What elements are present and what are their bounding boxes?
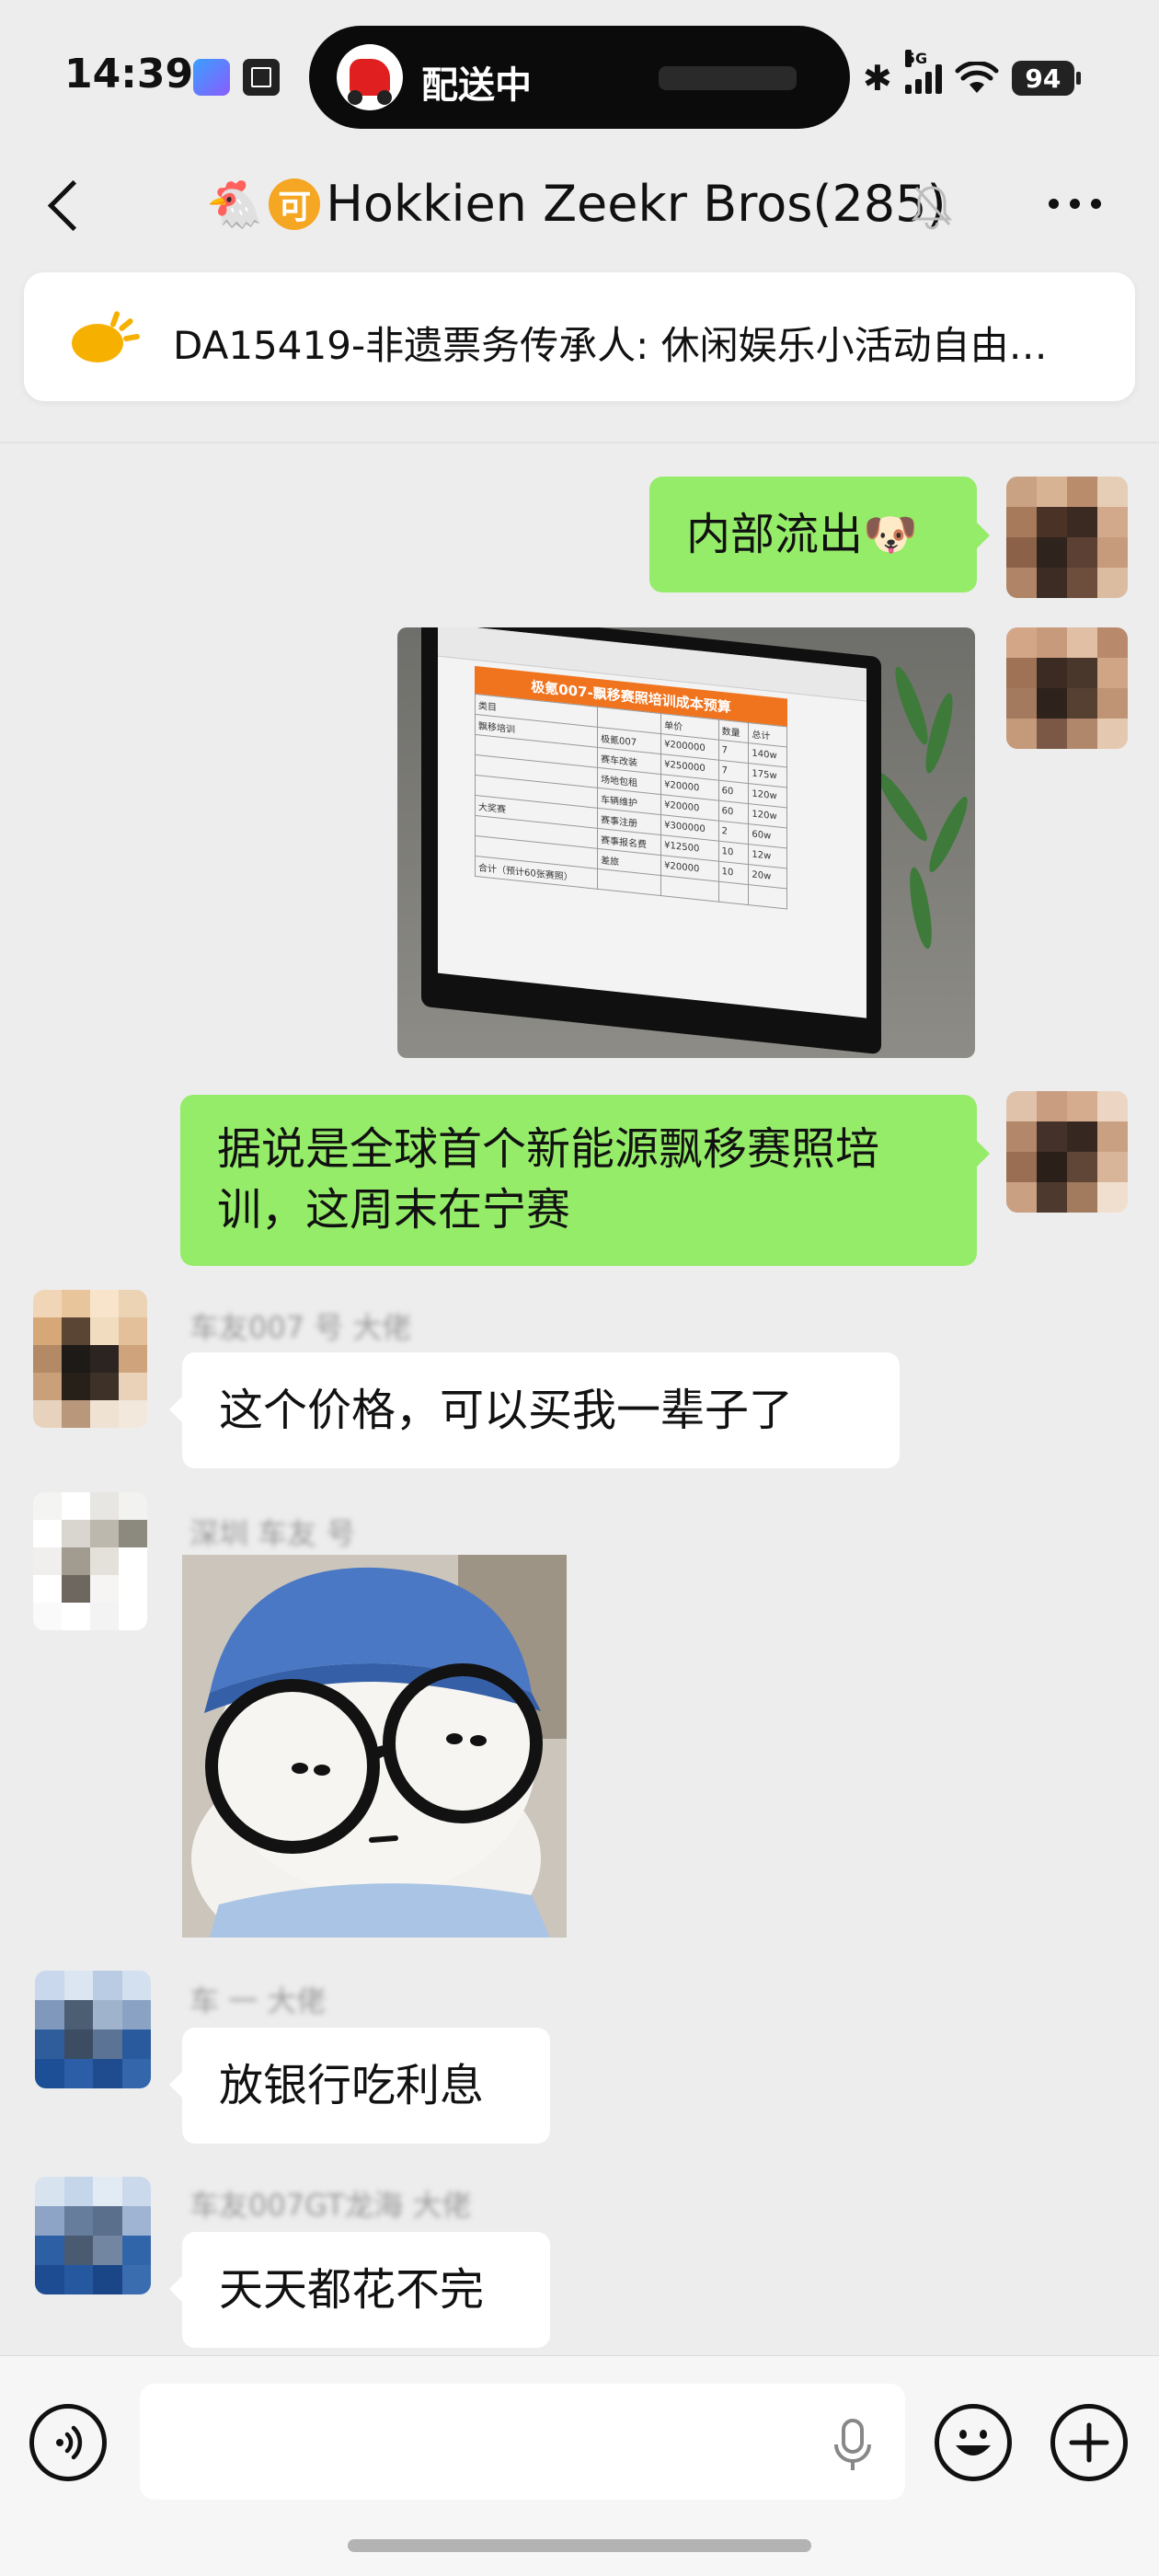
sender-name: 车 一 大佬 xyxy=(189,1984,327,2018)
message-text: 这个价格，可以买我一辈子了 xyxy=(219,1385,794,1436)
group-announcement-banner[interactable]: DA15419-非遗票务传承人: 休闲娱乐小活动自由… xyxy=(24,272,1135,401)
chat-header: 🐔 可 Hokkien Zeekr Bros(285) xyxy=(0,138,1159,271)
bluetooth-icon: ✱ xyxy=(863,58,892,98)
live-activity-text: 配送中 xyxy=(421,64,532,107)
status-time: 14:39 xyxy=(64,51,194,98)
message-bubble-out[interactable]: 据说是全球首个新能源飘移赛照培训，这周末在宁赛 xyxy=(180,1095,990,1266)
emoji-button[interactable] xyxy=(935,2404,1012,2481)
chat-title-group[interactable]: 🐔 可 Hokkien Zeekr Bros(285) xyxy=(206,175,947,234)
voice-input-button[interactable] xyxy=(29,2404,107,2481)
live-activity-pill[interactable]: 配送中 xyxy=(309,26,850,129)
live-activity-detail-blurred xyxy=(659,66,797,90)
dot-icon xyxy=(1049,198,1059,209)
chick-emoji-icon: 🐔 xyxy=(206,178,264,231)
plant-decoration xyxy=(871,655,975,986)
announcement-bubble-icon xyxy=(68,310,141,362)
microphone-icon[interactable] xyxy=(832,2417,874,2474)
member-avatar[interactable] xyxy=(33,1290,147,1428)
shared-image-spreadsheet[interactable]: 极氪007-飘移赛照培训成本预算 类目 单价 数量 总计 飘移培训 极氪007 ¥20000… xyxy=(397,627,975,1058)
app-notification-icon xyxy=(193,59,230,96)
table-cell xyxy=(748,884,787,910)
message-text: 天天都花不完 xyxy=(219,2264,485,2316)
message-text: 放银行吃利息 xyxy=(219,2060,485,2111)
more-actions-button[interactable] xyxy=(1050,2404,1128,2481)
sender-name: 车友007GT龙海 大佬 xyxy=(189,2188,472,2223)
message-bubble-out[interactable]: 内部流出🐶 xyxy=(649,477,990,592)
cellular-signal-icon: 5G xyxy=(904,50,942,94)
doge-emoji-icon: 🐶 xyxy=(863,509,918,560)
sticker-plush-doll[interactable] xyxy=(182,1555,567,1938)
my-avatar[interactable] xyxy=(1006,1091,1128,1213)
dot-icon xyxy=(1091,198,1101,209)
more-options-button[interactable] xyxy=(1049,190,1107,217)
my-avatar[interactable] xyxy=(1006,477,1128,598)
network-type-label: 5G xyxy=(904,50,928,67)
member-avatar[interactable] xyxy=(33,1492,147,1630)
message-bubble-in[interactable]: 天天都花不完 xyxy=(169,2232,550,2348)
budget-table: 类目 单价 数量 总计 飘移培训 极氪007 ¥200000 7 140w 赛车改装 ¥250000… xyxy=(475,694,787,910)
battery-indicator: 94 xyxy=(1011,61,1081,96)
message-bubble-in[interactable]: 这个价格，可以买我一辈子了 xyxy=(169,1352,900,1468)
screenshot-notification-icon xyxy=(243,59,280,96)
sender-name: 深圳 车友 号 xyxy=(189,1516,356,1551)
chat-title: Hokkien Zeekr Bros(285) xyxy=(326,175,947,233)
member-avatar[interactable] xyxy=(35,1971,151,2088)
message-text: 内部流出 xyxy=(686,509,864,560)
voice-icon xyxy=(56,2425,83,2460)
my-avatar[interactable] xyxy=(1006,627,1128,749)
spreadsheet-screen: 极氪007-飘移赛照培训成本预算 类目 单价 数量 总计 飘移培训 极氪007 ¥20000… xyxy=(438,627,866,1018)
monitor: 极氪007-飘移赛照培训成本预算 类目 单价 数量 总计 飘移培训 极氪007 ¥20000… xyxy=(421,627,881,1055)
dot-icon xyxy=(1070,198,1080,209)
message-input[interactable] xyxy=(140,2384,905,2500)
home-indicator[interactable] xyxy=(348,2539,811,2552)
member-avatar[interactable] xyxy=(35,2177,151,2294)
message-text: 据说是全球首个新能源飘移赛照培训，这周末在宁赛 xyxy=(217,1123,880,1236)
back-button[interactable] xyxy=(40,171,96,236)
divider xyxy=(0,442,1159,443)
status-bar: 14:39 配送中 ✱ 5G 94 xyxy=(0,0,1159,138)
emoji-icon xyxy=(956,2430,991,2455)
table-cell xyxy=(718,881,749,905)
delivery-rider-icon xyxy=(337,44,403,110)
message-bubble-in[interactable]: 放银行吃利息 xyxy=(169,2028,550,2144)
sender-name: 车友007 号 大佬 xyxy=(189,1310,412,1345)
announcement-text: DA15419-非遗票务传承人: 休闲娱乐小活动自由… xyxy=(173,323,1048,368)
status-indicators: ✱ 5G 94 xyxy=(863,50,1081,101)
title-badge: 可 xyxy=(269,178,321,230)
wifi-icon xyxy=(955,60,999,95)
plus-icon xyxy=(1069,2422,1109,2463)
mute-bell-icon xyxy=(911,182,953,230)
